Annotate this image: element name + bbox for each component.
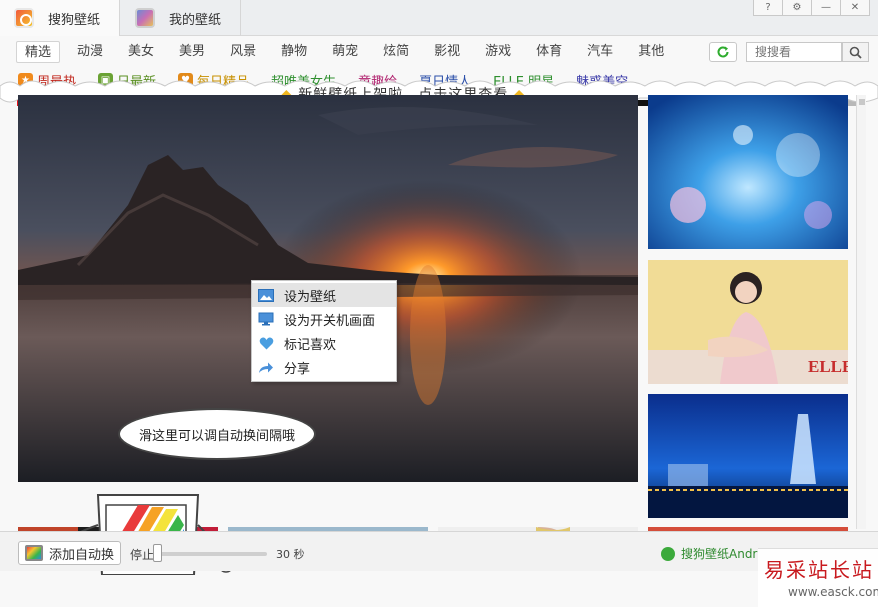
thumb-woman-elle[interactable]: ELLE — [648, 260, 848, 384]
refresh-icon — [717, 46, 729, 58]
category-11[interactable]: 汽车 — [579, 41, 621, 63]
interval-max-label: 30 秒 — [276, 548, 305, 561]
bottom-bar: 添加自动换 停止 30 秒 搜狗壁纸Andr — [0, 531, 878, 571]
context-menu-item-2[interactable]: 标记喜欢 — [252, 331, 396, 355]
category-3[interactable]: 美男 — [171, 41, 213, 63]
category-8[interactable]: 影视 — [426, 41, 468, 63]
category-9[interactable]: 游戏 — [477, 41, 519, 63]
scrollbar[interactable] — [856, 95, 866, 529]
night-city-image — [648, 394, 848, 518]
category-2[interactable]: 美女 — [120, 41, 162, 63]
wallpaper-icon — [258, 288, 274, 302]
context-menu-label: 设为壁纸 — [284, 289, 337, 305]
context-menu-item-3[interactable]: 分享 — [252, 355, 396, 379]
close-icon[interactable]: ✕ — [840, 0, 870, 16]
help-icon[interactable]: ? — [753, 0, 783, 16]
hint-bubble: 滑这里可以调自动换间隔哦 — [118, 408, 316, 460]
context-menu-label: 标记喜欢 — [284, 337, 337, 353]
android-icon — [661, 546, 675, 561]
search-button[interactable] — [842, 42, 869, 62]
sogou-logo-icon — [14, 8, 34, 28]
category-1[interactable]: 动漫 — [69, 41, 111, 63]
refresh-button[interactable] — [709, 42, 737, 62]
thumb-blue-bokeh[interactable] — [648, 95, 848, 249]
category-6[interactable]: 萌宠 — [324, 41, 366, 63]
category-0[interactable]: 精选 — [16, 41, 61, 63]
interval-slider-track[interactable] — [155, 552, 267, 556]
tab-my-wallpaper[interactable]: 我的壁纸 — [121, 0, 241, 36]
interval-slider-handle[interactable] — [153, 544, 162, 562]
tab-bar: 搜狗壁纸 我的壁纸 ? ⚙ — ✕ — [0, 0, 878, 36]
category-7[interactable]: 炫简 — [375, 41, 417, 63]
context-menu-label: 设为开关机画面 — [284, 313, 376, 329]
elle-overlay: ELLE — [808, 357, 848, 376]
category-10[interactable]: 体育 — [528, 41, 570, 63]
tab-label: 我的壁纸 — [169, 12, 222, 28]
monitor-icon — [258, 312, 274, 326]
thumb-dubai-night[interactable] — [648, 394, 848, 518]
share-icon — [258, 360, 274, 374]
add-auto-switch-button[interactable]: 添加自动换 — [18, 541, 121, 565]
tab-sogou-wallpaper[interactable]: 搜狗壁纸 — [0, 0, 120, 36]
minimize-icon[interactable]: — — [811, 0, 841, 16]
tab-label: 搜狗壁纸 — [48, 12, 101, 28]
context-menu-label: 分享 — [284, 361, 311, 377]
search-icon — [849, 46, 862, 59]
context-menu: 设为壁纸设为开关机画面 标记喜欢分享 — [251, 280, 397, 382]
category-5[interactable]: 静物 — [273, 41, 315, 63]
portrait-image: ELLE — [648, 260, 848, 384]
settings-icon[interactable]: ⚙ — [782, 0, 812, 16]
category-4[interactable]: 风景 — [222, 41, 264, 63]
stop-label: 停止 — [130, 548, 155, 562]
window-controls: ? ⚙ — ✕ — [753, 0, 870, 16]
category-12[interactable]: 其他 — [630, 41, 672, 63]
bokeh-image — [648, 95, 848, 249]
context-menu-item-0[interactable]: 设为壁纸 — [252, 283, 396, 307]
auto-switch-icon — [25, 545, 43, 561]
watermark: 易采站长站 www.easck.com — [758, 548, 878, 607]
search-input[interactable] — [746, 42, 842, 62]
watermark-url: www.easck.com — [788, 585, 878, 599]
watermark-title: 易采站长站 — [764, 558, 874, 582]
android-link[interactable]: 搜狗壁纸Andr — [661, 545, 757, 562]
context-menu-item-1[interactable]: 设为开关机画面 — [252, 307, 396, 331]
heart-icon — [258, 336, 274, 350]
my-wallpaper-icon — [135, 8, 155, 28]
category-nav: 精选 动漫 美女 美男 风景 静物 萌宠 炫简 影视 游戏 体育 汽车 其他 — [16, 41, 681, 63]
